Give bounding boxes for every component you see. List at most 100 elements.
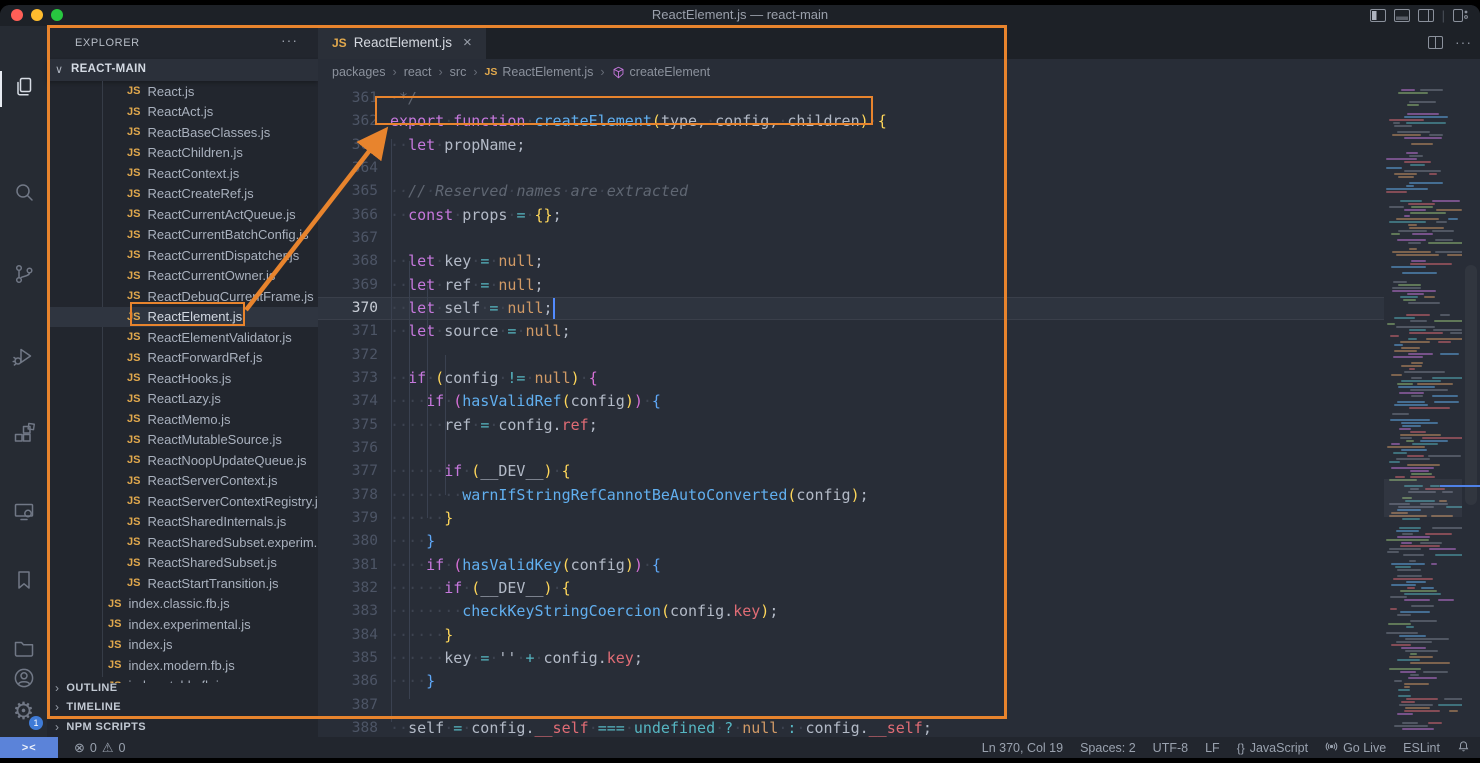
breadcrumb-item[interactable]: createElement (630, 65, 711, 79)
file-item-index.modern.fb.js[interactable]: JSindex.modern.fb.js (47, 655, 318, 676)
layout-sidebar-right-icon[interactable] (1418, 9, 1434, 22)
code-line-375[interactable]: 375······ref·=·config.ref; (318, 414, 1384, 437)
file-item-index.classic.fb.js[interactable]: JSindex.classic.fb.js (47, 594, 318, 615)
activity-bar-search[interactable] (0, 174, 47, 214)
code-line-385[interactable]: 385······key·=·''·+·config.key; (318, 647, 1384, 670)
more-actions-icon[interactable]: ··· (1455, 34, 1472, 50)
code-line-377[interactable]: 377······if·(__DEV__)·{ (318, 460, 1384, 483)
minimap[interactable] (1384, 85, 1462, 737)
file-item-ReactSharedSubset.experim...[interactable]: JSReactSharedSubset.experim... (47, 532, 318, 553)
status-javascript[interactable]: {}JavaScript (1237, 741, 1308, 755)
explorer-more-actions-icon[interactable]: ··· (281, 32, 298, 48)
code-line-373[interactable]: 373··if·(config·!=·null)·{ (318, 367, 1384, 390)
status-eslint[interactable]: ESLint (1403, 741, 1440, 755)
status-utf-8[interactable]: UTF-8 (1153, 741, 1188, 755)
file-item-ReactCurrentDispatcher.js[interactable]: JSReactCurrentDispatcher.js (47, 245, 318, 266)
file-item-ReactServerContext.js[interactable]: JSReactServerContext.js (47, 471, 318, 492)
file-item-ReactChildren.js[interactable]: JSReactChildren.js (47, 143, 318, 164)
section-outline[interactable]: ›OUTLINE (47, 678, 318, 698)
activity-bar-explorer[interactable] (0, 69, 47, 109)
breadcrumb-item[interactable]: packages (332, 65, 386, 79)
code-line-386[interactable]: 386····} (318, 670, 1384, 693)
code-line-362[interactable]: 362export·function·createElement(type,·c… (318, 110, 1384, 133)
file-item-ReactMutableSource.js[interactable]: JSReactMutableSource.js (47, 430, 318, 451)
code-line-374[interactable]: 374····if·(hasValidRef(config))·{ (318, 390, 1384, 413)
file-item-ReactContext.js[interactable]: JSReactContext.js (47, 163, 318, 184)
file-label: index.js (128, 637, 172, 652)
tab-reactelement[interactable]: JS ReactElement.js × (318, 26, 486, 59)
file-item-ReactForwardRef.js[interactable]: JSReactForwardRef.js (47, 348, 318, 369)
code-line-388[interactable]: 388··self·=·config.__self·===·undefined·… (318, 717, 1384, 737)
js-file-icon: JS (127, 331, 140, 343)
file-item-ReactCurrentActQueue.js[interactable]: JSReactCurrentActQueue.js (47, 204, 318, 225)
code-line-387[interactable]: 387 (318, 694, 1384, 717)
breadcrumb-item[interactable]: react (404, 65, 432, 79)
close-tab-icon[interactable]: × (463, 34, 472, 51)
status-lf[interactable]: LF (1205, 741, 1220, 755)
customize-layout-icon[interactable] (1453, 9, 1468, 22)
code-line-366[interactable]: 366··const·props·=·{}; (318, 204, 1384, 227)
file-item-ReactLazy.js[interactable]: JSReactLazy.js (47, 389, 318, 410)
code-line-378[interactable]: 378········warnIfStringRefCannotBeAutoCo… (318, 484, 1384, 507)
status-go-live[interactable]: Go Live (1325, 740, 1386, 755)
code-text: ······} (378, 507, 453, 530)
file-item-ReactElement.js[interactable]: JSReactElement.js (47, 307, 318, 328)
file-item-ReactCurrentBatchConfig.js[interactable]: JSReactCurrentBatchConfig.js (47, 225, 318, 246)
status-spaces-2[interactable]: Spaces: 2 (1080, 741, 1136, 755)
file-item-index.experimental.js[interactable]: JSindex.experimental.js (47, 614, 318, 635)
code-line-363[interactable]: 363··let·propName; (318, 134, 1384, 157)
code-line-369[interactable]: 369··let·ref·=·null; (318, 274, 1384, 297)
activity-bar-manage[interactable]: ⚙1 (0, 692, 47, 732)
code-line-361[interactable]: 361·*/ (318, 87, 1384, 110)
code-line-364[interactable]: 364 (318, 157, 1384, 180)
code-line-381[interactable]: 381····if·(hasValidKey(config))·{ (318, 554, 1384, 577)
file-item-ReactCreateRef.js[interactable]: JSReactCreateRef.js (47, 184, 318, 205)
section-timeline[interactable]: ›TIMELINE (47, 698, 318, 718)
activity-bar-run-and-debug[interactable] (0, 338, 47, 378)
file-item-ReactSharedSubset.js[interactable]: JSReactSharedSubset.js (47, 553, 318, 574)
file-item-ReactBaseClasses.js[interactable]: JSReactBaseClasses.js (47, 122, 318, 143)
code-line-376[interactable]: 376 (318, 437, 1384, 460)
code-line-367[interactable]: 367 (318, 227, 1384, 250)
file-item-ReactStartTransition.js[interactable]: JSReactStartTransition.js (47, 573, 318, 594)
code-line-372[interactable]: 372 (318, 344, 1384, 367)
file-item-index.js[interactable]: JSindex.js (47, 635, 318, 656)
file-item-ReactSharedInternals.js[interactable]: JSReactSharedInternals.js (47, 512, 318, 533)
file-item-ReactCurrentOwner.js[interactable]: JSReactCurrentOwner.js (47, 266, 318, 287)
code-line-379[interactable]: 379······} (318, 507, 1384, 530)
code-line-384[interactable]: 384······} (318, 624, 1384, 647)
activity-bar-bookmarks[interactable] (0, 562, 47, 602)
code-line-365[interactable]: 365··//·Reserved·names·are·extracted (318, 180, 1384, 203)
breadcrumb-item[interactable]: src (450, 65, 467, 79)
code-line-371[interactable]: 371··let·source·=·null; (318, 320, 1384, 343)
remote-indicator-button[interactable]: >< (0, 737, 58, 758)
layout-sidebar-left-icon[interactable] (1370, 9, 1386, 22)
breadcrumb-item[interactable]: ReactElement.js (502, 65, 593, 79)
problems-indicator[interactable]: ⊗ 0 ⚠ 0 (74, 740, 125, 756)
code-line-380[interactable]: 380····} (318, 530, 1384, 553)
workspace-root-folder[interactable]: ∨ REACT-MAIN (47, 59, 318, 81)
code-line-368[interactable]: 368··let·key·=·null; (318, 250, 1384, 273)
file-item-ReactNoopUpdateQueue.js[interactable]: JSReactNoopUpdateQueue.js (47, 450, 318, 471)
code-line-382[interactable]: 382······if·(__DEV__)·{ (318, 577, 1384, 600)
activity-bar-remote-explorer[interactable] (0, 494, 47, 534)
file-item-ReactAct.js[interactable]: JSReactAct.js (47, 102, 318, 123)
editor-scrollbar[interactable] (1462, 85, 1480, 737)
file-item-ReactDebugCurrentFrame.js[interactable]: JSReactDebugCurrentFrame.js (47, 286, 318, 307)
status-ln-370-col-19[interactable]: Ln 370, Col 19 (982, 741, 1063, 755)
file-item-ReactElementValidator.js[interactable]: JSReactElementValidator.js (47, 327, 318, 348)
scrollbar-slider[interactable] (1465, 265, 1477, 505)
file-item-ReactHooks.js[interactable]: JSReactHooks.js (47, 368, 318, 389)
activity-bar-source-control[interactable] (0, 256, 47, 296)
activity-bar-extensions[interactable] (0, 416, 47, 456)
code-line-370[interactable]: 370··let·self·=·null; (318, 297, 1384, 320)
code-line-383[interactable]: 383········checkKeyStringCoercion(config… (318, 600, 1384, 623)
code-editor[interactable]: 361·*/362export·function·createElement(t… (318, 85, 1384, 737)
status-notifications[interactable] (1457, 740, 1470, 756)
split-editor-icon[interactable] (1428, 36, 1443, 49)
file-item-ReactServerContextRegistry.js[interactable]: JSReactServerContextRegistry.js (47, 491, 318, 512)
file-item-React.js[interactable]: JSReact.js (47, 81, 318, 102)
layout-panel-icon[interactable] (1394, 9, 1410, 22)
file-item-ReactMemo.js[interactable]: JSReactMemo.js (47, 409, 318, 430)
section-npm-scripts[interactable]: ›NPM SCRIPTS (47, 717, 318, 737)
